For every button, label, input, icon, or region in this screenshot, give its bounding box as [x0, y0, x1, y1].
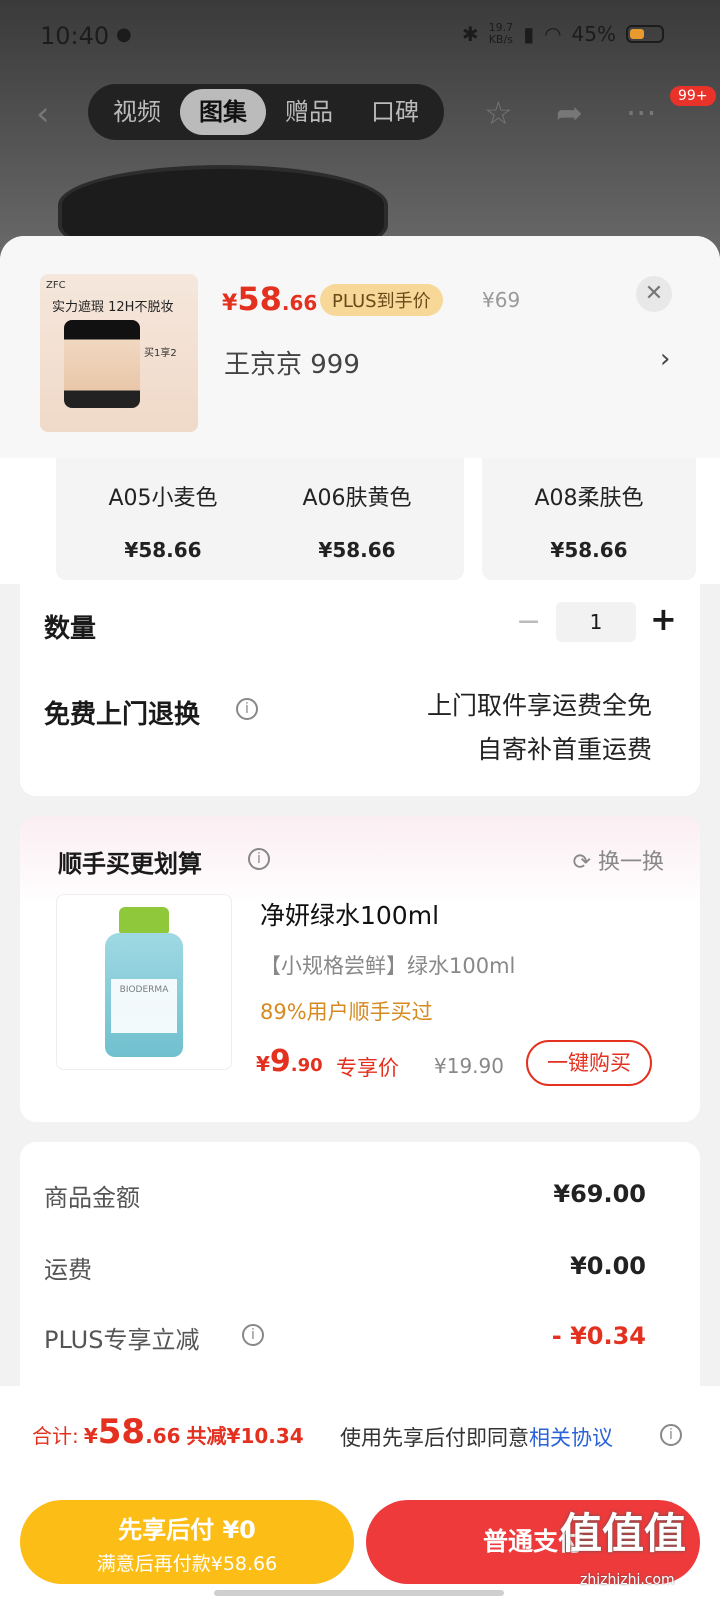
price-decimal: .66 [281, 291, 318, 315]
wechat-notification-icon: ● [116, 24, 132, 45]
bottle-image: BIODERMA [105, 907, 183, 1057]
options-section: 数量 − 1 + 免费上门退换 i 上门取件享运费全免 自寄补首重运费 [20, 584, 700, 796]
variant-price: ¥58.66 [550, 538, 628, 562]
recommend-title: 顺手买更划算 [58, 850, 202, 878]
recommend-product-subtitle: 【小规格尝鲜】绿水100ml [260, 954, 516, 978]
message-badge: 99+ [670, 86, 716, 106]
variant-price: ¥58.66 [318, 538, 396, 562]
goods-amount-label: 商品金额 [44, 1184, 140, 1212]
info-icon[interactable]: i [236, 698, 258, 720]
one-click-buy-button[interactable]: 一键购买 [526, 1040, 652, 1086]
original-price: ¥69 [482, 288, 521, 312]
quantity-label: 数量 [44, 614, 97, 644]
pay-later-title: 先享后付 ¥0 [118, 1516, 256, 1544]
agreement-text: 使用先享后付即同意相关协议 [340, 1422, 613, 1452]
plus-discount-value: - ¥0.34 [551, 1322, 646, 1350]
plus-discount-label: PLUS专享立减 [44, 1326, 200, 1354]
total-label: 合计: [32, 1424, 79, 1448]
exclusive-price-label: 专享价 [336, 1056, 399, 1080]
total-reduction: 共减¥10.34 [186, 1424, 304, 1448]
info-icon[interactable]: i [242, 1324, 264, 1346]
sheet-header: ZFC 实力遮瑕 12H不脱妆 买1享2 ¥58.66 PLUS到手价 ¥69 … [0, 236, 720, 458]
tab-gallery[interactable]: 图集 [180, 89, 266, 135]
home-indicator[interactable] [214, 1590, 504, 1596]
delivery-address[interactable]: 王京京 999 [224, 344, 360, 381]
favorite-star-icon[interactable]: ☆ [484, 94, 513, 132]
refresh-icon: ⟳ [572, 850, 598, 875]
network-speed: 19.7 KB/s [488, 21, 514, 46]
back-icon[interactable]: ‹ [36, 94, 50, 134]
variant-name: A08柔肤色 [534, 486, 644, 511]
shipping-value: ¥0.00 [570, 1252, 646, 1280]
product-thumbnail: ZFC 实力遮瑕 12H不脱妆 买1享2 [40, 274, 198, 432]
price-currency: ¥ [222, 291, 238, 316]
info-icon[interactable]: i [660, 1424, 682, 1446]
quantity-input[interactable]: 1 [556, 602, 636, 642]
total-decimal: .66 [145, 1424, 181, 1448]
battery-percent: 45% [571, 22, 616, 46]
checkout-footer: 合计: ¥58.66 共减¥10.34 使用先享后付即同意相关协议 i 先享后付 … [0, 1386, 720, 1600]
share-icon[interactable]: ➦ [556, 94, 583, 132]
info-icon[interactable]: i [248, 848, 270, 870]
agreement-link[interactable]: 相关协议 [529, 1426, 613, 1450]
price-integer: 9 [269, 1044, 291, 1079]
plus-price-tag: PLUS到手价 [320, 284, 443, 316]
cushion-compact-image [64, 320, 140, 408]
more-icon[interactable]: ··· [626, 94, 657, 132]
variant-option[interactable]: A05小麦色 ¥58.66 [56, 458, 270, 580]
thumb-brand: ZFC [46, 280, 66, 291]
swap-button[interactable]: ⟳ 换一换 [573, 844, 664, 876]
pay-later-button[interactable]: 先享后付 ¥0 满意后再付款¥58.66 [20, 1500, 354, 1584]
recommend-buyers: 89%用户顺手买过 [260, 1000, 433, 1024]
recommend-price: ¥9.90 [256, 1044, 323, 1079]
recommend-card: 顺手买更划算 i ⟳ 换一换 BIODERMA 净妍绿水100ml 【小规格尝鲜… [20, 816, 700, 1122]
thumb-gift: 买1享2 [144, 348, 177, 359]
tab-video[interactable]: 视频 [94, 89, 180, 135]
recommend-product-name[interactable]: 净妍绿水100ml [260, 896, 439, 932]
tab-reviews[interactable]: 口碑 [352, 89, 438, 135]
recommend-original-price: ¥19.90 [434, 1054, 504, 1078]
variant-name: A06肤黄色 [302, 486, 412, 511]
price-decimal: .90 [290, 1055, 323, 1076]
product-price: ¥58.66 [222, 280, 317, 318]
pay-later-subtitle: 满意后再付款¥58.66 [96, 1553, 278, 1575]
order-total: 合计: ¥58.66 共减¥10.34 [32, 1412, 304, 1452]
variant-list: A05小麦色 ¥58.66 A06肤黄色 ¥58.66 A08柔肤色 ¥58.6… [0, 458, 720, 584]
variant-option[interactable]: A08柔肤色 ¥58.66 [482, 458, 696, 580]
battery-icon [626, 25, 664, 43]
thumb-slogan: 实力遮瑕 12H不脱妆 [52, 300, 174, 315]
quantity-increase-button[interactable]: + [650, 600, 677, 638]
price-integer: 58 [237, 280, 282, 318]
swap-label: 换一换 [597, 850, 664, 875]
signal-icon: ▮ [523, 22, 535, 46]
recommend-product-image[interactable]: BIODERMA [56, 894, 232, 1070]
status-bar: 10:40 ● ✱ 19.7 KB/s ▮ ◠ 45% [0, 18, 720, 58]
tab-gifts[interactable]: 赠品 [266, 89, 352, 135]
variant-option[interactable]: A06肤黄色 ¥58.66 [250, 458, 464, 580]
quantity-decrease-button[interactable]: − [516, 604, 541, 639]
gallery-tabs: 视频 图集 赠品 口碑 [88, 84, 444, 140]
price-currency: ¥ [256, 1052, 270, 1076]
free-return-label: 免费上门退换 [44, 700, 201, 730]
close-icon[interactable]: ✕ [636, 276, 672, 312]
status-time: 10:40 [40, 22, 110, 50]
total-integer: 58 [97, 1412, 146, 1452]
goods-amount-value: ¥69.00 [553, 1180, 646, 1208]
top-nav: ‹ 视频 图集 赠品 口碑 ☆ ➦ ··· [0, 84, 720, 140]
watermark-logo: 值值值 [560, 1509, 687, 1558]
return-info-line1: 上门取件享运费全免 [426, 691, 652, 720]
bottle-label: BIODERMA [111, 979, 177, 1033]
watermark-url: zhizhizhi.com [580, 1572, 675, 1588]
wifi-icon: ◠ [544, 22, 562, 46]
shipping-label: 运费 [44, 1256, 92, 1284]
variant-name: A05小麦色 [108, 486, 218, 511]
agreement-prefix: 使用先享后付即同意 [340, 1426, 529, 1450]
return-info-line2: 自寄补首重运费 [476, 735, 652, 764]
chevron-right-icon[interactable]: › [660, 344, 670, 374]
bluetooth-icon: ✱ [461, 22, 479, 46]
total-currency: ¥ [83, 1424, 98, 1448]
purchase-sheet: ZFC 实力遮瑕 12H不脱妆 买1享2 ¥58.66 PLUS到手价 ¥69 … [0, 236, 720, 1600]
variant-price: ¥58.66 [124, 538, 202, 562]
